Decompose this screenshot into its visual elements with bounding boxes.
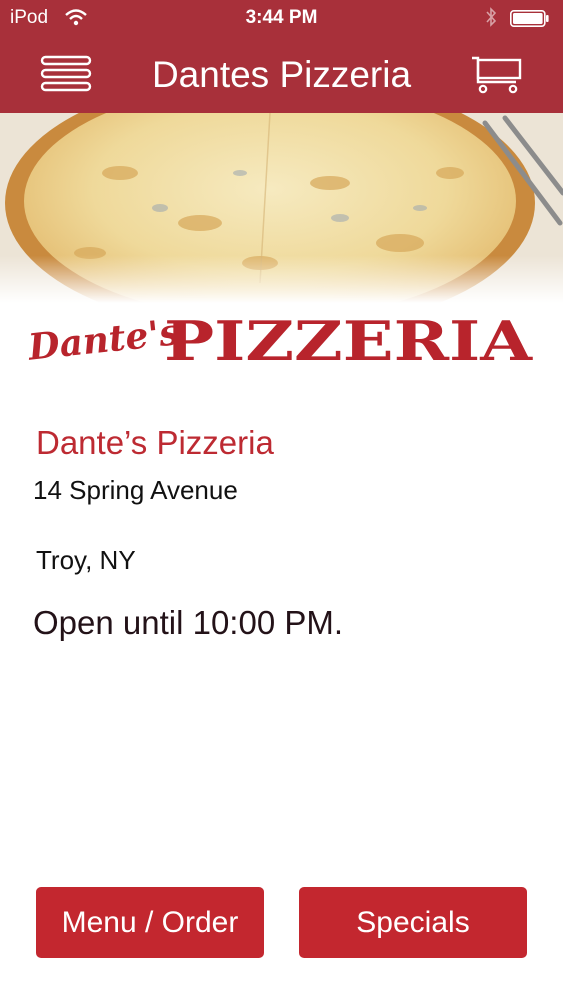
- app-header: iPod 3:44 PM Dantes Pizzeria: [0, 0, 563, 113]
- page-title: Dantes Pizzeria: [151, 54, 412, 95]
- svg-text:Dante's: Dante's: [25, 311, 181, 369]
- hero-pizza-image: [0, 113, 563, 303]
- bluetooth-icon: [486, 7, 497, 27]
- menu-order-button[interactable]: Menu / Order: [36, 887, 264, 958]
- battery-icon: [510, 10, 549, 27]
- pizzeria-logo: Dante's PIZZERIA: [24, 300, 540, 373]
- specials-button[interactable]: Specials: [299, 887, 527, 958]
- opening-hours: Open until 10:00 PM.: [33, 604, 344, 641]
- restaurant-address: 14 Spring Avenue: [33, 475, 238, 505]
- status-time: 3:44 PM: [245, 7, 318, 28]
- status-bar: iPod 3:44 PM: [0, 0, 563, 36]
- restaurant-city: Troy, NY: [36, 545, 136, 575]
- shopping-cart-icon[interactable]: [470, 54, 524, 96]
- hamburger-menu-icon[interactable]: [40, 54, 92, 94]
- restaurant-name: Dante’s Pizzeria: [36, 424, 274, 461]
- svg-text:PIZZERIA: PIZZERIA: [164, 309, 533, 372]
